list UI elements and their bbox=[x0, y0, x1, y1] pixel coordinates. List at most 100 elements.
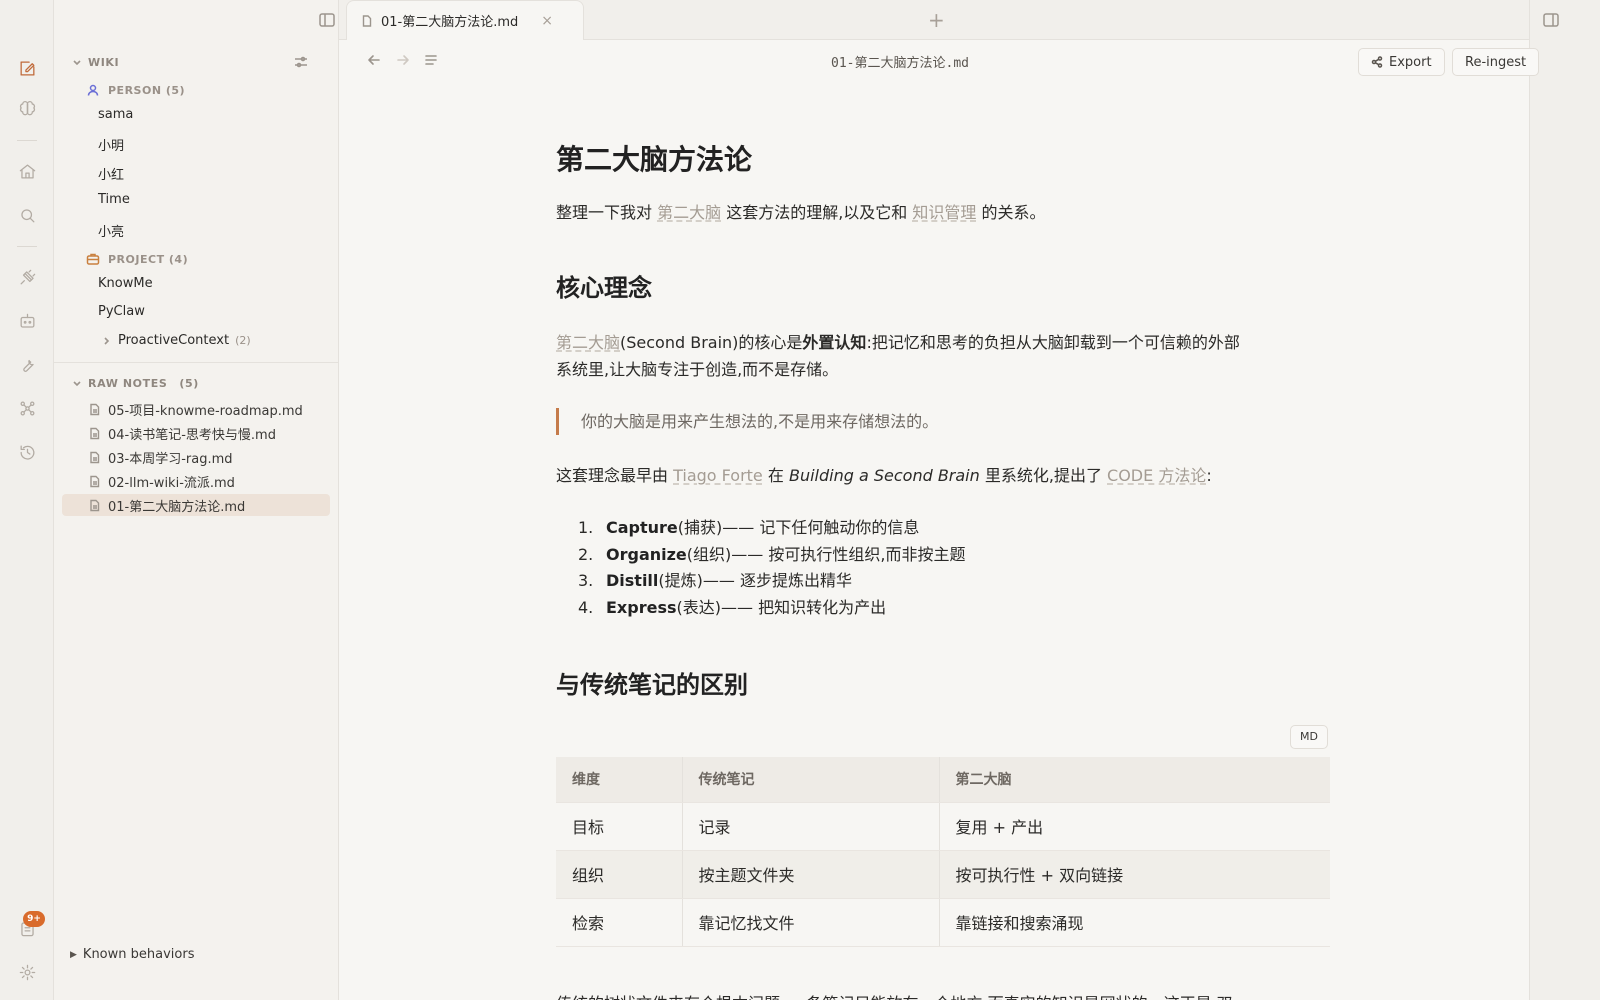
person-group-header[interactable]: PERSON (5) bbox=[86, 83, 185, 97]
sidebar-toggle-icon[interactable] bbox=[318, 11, 336, 29]
wiki-link[interactable]: CODE 方法论 bbox=[1107, 466, 1206, 485]
raw-notes-section-header[interactable]: RAW NOTES (5) bbox=[72, 377, 199, 390]
notification-badge: 9+ bbox=[23, 911, 45, 927]
back-arrow-icon[interactable] bbox=[366, 52, 384, 70]
wrench-icon[interactable] bbox=[15, 352, 39, 376]
text: 在 bbox=[762, 466, 789, 485]
table-row: 目标 记录 复用 + 产出 bbox=[556, 802, 1330, 851]
md-view-toggle[interactable]: MD bbox=[1290, 725, 1328, 749]
known-behaviors-label: Known behaviors bbox=[82, 947, 195, 962]
text: : bbox=[1206, 466, 1212, 485]
known-behaviors-toggle[interactable]: ▶ Known behaviors bbox=[70, 947, 194, 962]
tab-bar: 01-第二大脑方法论.md × + bbox=[339, 0, 1529, 40]
chevron-right-icon bbox=[104, 336, 110, 345]
activity-separator bbox=[17, 246, 37, 247]
forward-arrow-icon[interactable] bbox=[395, 52, 413, 70]
raw-note-item[interactable]: 03-本周学习-rag.md bbox=[62, 446, 330, 468]
partial-paragraph: 传统的树状文件夹有个根本问题: 一条笔记只能放在一个地方,而真实的知识是网状的。… bbox=[556, 990, 1233, 1000]
text: 这套理念最早由 bbox=[556, 466, 674, 485]
wiki-link[interactable]: 第二大脑 bbox=[657, 203, 721, 222]
new-tab-button[interactable]: + bbox=[928, 8, 945, 32]
search-icon[interactable] bbox=[15, 203, 39, 227]
file-icon bbox=[90, 403, 100, 415]
raw-note-item-active[interactable]: 01-第二大脑方法论.md bbox=[62, 494, 330, 516]
activity-separator bbox=[17, 140, 37, 141]
text: 里系统化,提出了 bbox=[979, 466, 1108, 485]
tree-item-person[interactable]: sama bbox=[98, 107, 133, 122]
list-desc: (捕获)—— 记下任何触动你的信息 bbox=[677, 518, 920, 537]
table-header-cell: 维度 bbox=[556, 757, 682, 803]
table-cell: 记录 bbox=[681, 802, 939, 851]
project-group-label: PROJECT (4) bbox=[108, 252, 189, 266]
raw-note-item[interactable]: 05-项目-knowme-roadmap.md bbox=[62, 398, 330, 420]
list-desc: (组织)—— 按可执行性组织,而非按主题 bbox=[686, 544, 966, 564]
text: 的关系。 bbox=[976, 203, 1046, 222]
heading-core-concept: 核心理念 bbox=[556, 274, 652, 302]
tab-active-document[interactable]: 01-第二大脑方法论.md × bbox=[346, 0, 584, 40]
wiki-link[interactable]: 第二大脑 bbox=[556, 333, 620, 352]
edit-icon[interactable] bbox=[15, 56, 39, 80]
tree-item-project[interactable]: KnowMe bbox=[98, 276, 153, 291]
activity-bar: 9+ bbox=[0, 0, 54, 1000]
table-cell: 目标 bbox=[556, 802, 682, 851]
tree-item-project[interactable]: PyClaw bbox=[98, 304, 145, 319]
wiki-link[interactable]: 知识管理 bbox=[912, 203, 976, 222]
table-header-cell: 传统笔记 bbox=[681, 757, 939, 803]
code-method-list: 1. Capture(捕获)—— 记下任何触动你的信息 2. Organize(组织… bbox=[578, 515, 965, 622]
book-title: Building a Second Brain bbox=[788, 466, 980, 485]
reingest-label: Re-ingest bbox=[1465, 54, 1527, 70]
tree-item-person[interactable]: Time bbox=[98, 192, 130, 207]
raw-note-label: 04-读书笔记-思考快与慢.md bbox=[108, 427, 276, 443]
reingest-button[interactable]: Re-ingest bbox=[1452, 48, 1540, 76]
table-row: 组织 按主题文件夹 按可执行性 + 双向链接 bbox=[556, 850, 1330, 899]
table-cell: 复用 + 产出 bbox=[938, 802, 1330, 851]
raw-note-label: 01-第二大脑方法论.md bbox=[108, 499, 246, 515]
list-item: 1. Capture(捕获)—— 记下任何触动你的信息 bbox=[578, 515, 965, 542]
person-group-label: PERSON (5) bbox=[108, 83, 186, 97]
home-icon[interactable] bbox=[15, 159, 39, 183]
table-cell: 按主题文件夹 bbox=[681, 850, 939, 899]
close-icon[interactable]: × bbox=[541, 13, 553, 29]
brain-icon[interactable] bbox=[15, 97, 39, 121]
project-group-header[interactable]: PROJECT (4) bbox=[86, 252, 188, 266]
folder-label: ProactiveContext bbox=[118, 333, 230, 348]
sidebar-divider bbox=[54, 362, 339, 363]
right-panel-toggle-icon[interactable] bbox=[1542, 11, 1560, 29]
settings-icon[interactable] bbox=[15, 960, 39, 984]
blockquote: 你的大脑是用来产生想法的,不是用来存储想法的。 bbox=[556, 408, 938, 435]
plug-icon[interactable] bbox=[15, 265, 39, 289]
tree-folder-proactivecontext[interactable]: ProactiveContext (2) bbox=[102, 333, 251, 348]
table-header-cell: 第二大脑 bbox=[938, 757, 1330, 803]
table-cell: 组织 bbox=[556, 850, 682, 899]
intro-paragraph: 整理一下我对 第二大脑 这套方法的理解,以及它和 知识管理 的关系。 bbox=[556, 199, 1045, 226]
tree-item-person[interactable]: 小红 bbox=[98, 164, 124, 183]
core-paragraph: 第二大脑(Second Brain)的核心是外置认知:把记忆和思考的负担从大脑卸… bbox=[556, 329, 1240, 356]
filter-settings-icon[interactable] bbox=[293, 54, 309, 70]
outline-list-icon[interactable] bbox=[423, 52, 441, 70]
bot-icon[interactable] bbox=[15, 309, 39, 333]
table-cell: 靠记忆找文件 bbox=[681, 898, 939, 947]
doc-title: 第二大脑方法论 bbox=[556, 143, 753, 176]
text: (Second Brain)的核心是 bbox=[620, 333, 803, 352]
raw-note-label: 02-llm-wiki-流派.md bbox=[108, 475, 235, 491]
raw-note-item[interactable]: 04-读书笔记-思考快与慢.md bbox=[62, 422, 330, 444]
list-item: 3. Distill(提炼)—— 逐步提炼出精华 bbox=[578, 568, 965, 595]
person-icon bbox=[87, 84, 99, 96]
graph-icon[interactable] bbox=[15, 396, 39, 420]
list-term: Express bbox=[606, 598, 677, 618]
table-cell: 按可执行性 + 双向链接 bbox=[938, 850, 1330, 899]
export-button[interactable]: Export bbox=[1358, 48, 1445, 76]
origin-paragraph: 这套理念最早由 Tiago Forte 在 Building a Second … bbox=[556, 462, 1212, 489]
tree-item-person[interactable]: 小明 bbox=[98, 135, 124, 154]
history-icon[interactable] bbox=[15, 440, 39, 464]
list-number: 3. bbox=[578, 571, 594, 591]
tree-item-person[interactable]: 小亮 bbox=[98, 221, 124, 240]
wiki-link[interactable]: Tiago Forte bbox=[673, 466, 763, 485]
raw-note-item[interactable]: 02-llm-wiki-流派.md bbox=[62, 470, 330, 492]
wiki-section-header[interactable]: WIKI bbox=[72, 56, 119, 69]
list-number: 4. bbox=[578, 598, 594, 618]
table-cell: 检索 bbox=[556, 898, 682, 947]
folder-count: (2) bbox=[235, 334, 251, 347]
right-panel-strip bbox=[1529, 0, 1600, 1000]
document-path: 01-第二大脑方法论.md bbox=[831, 56, 969, 71]
